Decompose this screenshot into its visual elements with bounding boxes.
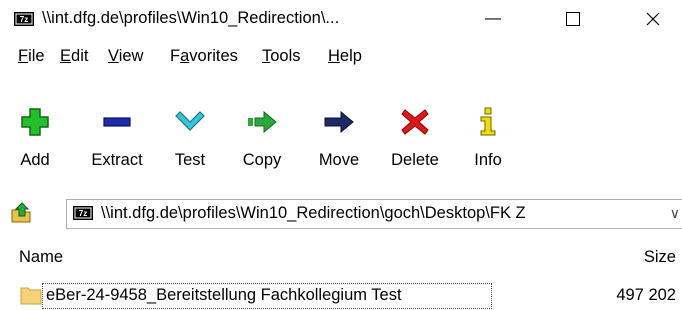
column-header-name[interactable]: Name bbox=[19, 248, 63, 267]
maximize-icon bbox=[566, 12, 580, 26]
folder-icon bbox=[20, 287, 42, 305]
menu-help[interactable]: Help bbox=[328, 47, 362, 66]
address-bar: 7z \\int.dfg.de\profiles\Win10_Redirecti… bbox=[0, 196, 682, 232]
check-icon bbox=[175, 111, 205, 131]
info-label: Info bbox=[474, 151, 502, 169]
address-field[interactable]: 7z \\int.dfg.de\profiles\Win10_Redirecti… bbox=[66, 199, 682, 229]
menu-bar: File Edit View Favorites Tools Help bbox=[0, 40, 682, 72]
plus-icon bbox=[21, 108, 49, 136]
folder-up-icon[interactable] bbox=[10, 202, 34, 224]
move-label: Move bbox=[318, 151, 360, 169]
arrow-right-icon bbox=[324, 110, 354, 134]
extract-button[interactable]: Extract bbox=[82, 106, 152, 184]
list-item[interactable]: eBer-24-9458_Bereitstellung Fachkollegiu… bbox=[0, 282, 682, 310]
delete-label: Delete bbox=[391, 151, 439, 169]
minimize-button[interactable]: — bbox=[470, 0, 516, 38]
svg-text:7z: 7z bbox=[20, 15, 28, 24]
maximize-button[interactable] bbox=[550, 0, 596, 38]
column-header-size[interactable]: Size bbox=[644, 248, 676, 267]
test-label: Test bbox=[174, 151, 206, 169]
menu-edit[interactable]: Edit bbox=[60, 47, 88, 66]
7z-icon: 7z bbox=[73, 206, 93, 220]
list-header: Name Size bbox=[0, 240, 682, 276]
chevron-down-icon[interactable]: ∨ bbox=[670, 205, 680, 222]
file-name: eBer-24-9458_Bereitstellung Fachkollegiu… bbox=[46, 286, 402, 304]
info-icon bbox=[480, 107, 496, 136]
svg-text:7z: 7z bbox=[79, 209, 87, 218]
x-icon bbox=[401, 109, 429, 135]
menu-view[interactable]: View bbox=[108, 47, 143, 66]
extract-label: Extract bbox=[91, 151, 143, 169]
window-title: \\int.dfg.de\profiles\Win10_Redirection\… bbox=[42, 9, 340, 27]
menu-file[interactable]: File bbox=[18, 47, 45, 66]
menu-favorites[interactable]: Favorites bbox=[170, 47, 238, 66]
title-bar: 7z \\int.dfg.de\profiles\Win10_Redirecti… bbox=[0, 0, 682, 38]
minimize-icon: — bbox=[485, 10, 501, 27]
copy-button[interactable]: Copy bbox=[240, 106, 284, 184]
address-path: \\int.dfg.de\profiles\Win10_Redirection\… bbox=[101, 204, 526, 222]
menu-tools[interactable]: Tools bbox=[262, 47, 301, 66]
copy-label: Copy bbox=[242, 151, 282, 169]
test-button[interactable]: Test bbox=[170, 106, 210, 184]
close-button[interactable] bbox=[630, 0, 676, 38]
add-button[interactable]: Add bbox=[16, 106, 54, 184]
minus-icon bbox=[103, 117, 131, 127]
close-icon bbox=[646, 12, 660, 26]
add-label: Add bbox=[20, 151, 50, 169]
file-size: 497 202 bbox=[616, 286, 676, 304]
arrow-right-icon bbox=[248, 110, 277, 134]
delete-button[interactable]: Delete bbox=[386, 106, 444, 184]
move-button[interactable]: Move bbox=[314, 106, 364, 184]
info-button[interactable]: Info bbox=[470, 106, 506, 184]
toolbar: Add Extract Test Copy Move Delete Info bbox=[0, 102, 682, 184]
7z-icon: 7z bbox=[14, 12, 34, 26]
